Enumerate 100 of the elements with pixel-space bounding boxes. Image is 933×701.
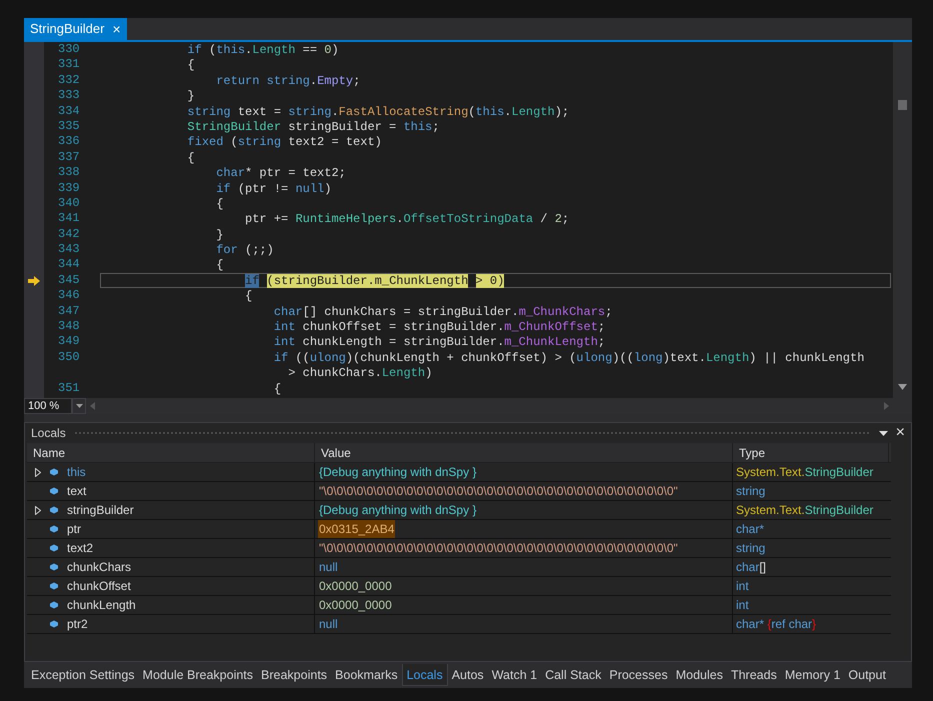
local-variable-icon: [49, 563, 59, 571]
caret-icon: [76, 404, 82, 408]
line-number: 344: [57, 257, 81, 273]
column-header[interactable]: Name: [27, 443, 315, 462]
panel-tab[interactable]: Output: [844, 664, 890, 686]
vertical-scrollbar[interactable]: [893, 42, 912, 398]
variable-type: int: [736, 597, 749, 614]
code-line: {: [215, 196, 224, 211]
dropdown-icon[interactable]: [878, 430, 888, 436]
line-number: 348: [57, 319, 81, 334]
variable-type: char* {ref char}: [736, 616, 816, 633]
scroll-down-icon[interactable]: [898, 384, 907, 390]
panel-tab[interactable]: Processes: [605, 664, 672, 686]
column-header[interactable]: Value: [315, 443, 733, 462]
variable-type: string: [736, 483, 766, 500]
code-line: fixed (string text2 = text): [186, 135, 382, 150]
panel-tab[interactable]: Module Breakpoints: [138, 664, 258, 686]
local-variable-icon: [49, 601, 59, 609]
line-number: 347: [57, 304, 81, 320]
variable-type: int: [736, 578, 749, 595]
line-number: 333: [57, 88, 81, 104]
variable-name: text2: [67, 540, 94, 557]
line-number: 336: [57, 134, 81, 150]
code-line: char* ptr = text2;: [215, 166, 346, 180]
panel-tab[interactable]: Memory 1: [780, 664, 844, 686]
code-line: if (stringBuilder.m_ChunkLength > 0): [244, 274, 504, 288]
line-number: 349: [57, 334, 81, 350]
line-number: 330: [57, 42, 81, 58]
variable-value: "\0\0\0\0\0\0\0\0\0\0\0\0\0\0\0\0\0\0\0\0\0\0\0\0\0\0\0\0\0\0\0\0\0\0\0": [318, 483, 679, 500]
panel-tab[interactable]: Bookmarks: [331, 664, 402, 686]
column-header[interactable]: Type: [733, 443, 889, 462]
code-line: int chunkLength = stringBuilder.m_ChunkLength;: [272, 335, 606, 350]
variable-name: this: [67, 464, 86, 481]
panel-tab[interactable]: Modules: [672, 664, 727, 686]
code-line-continuation: > chunkChars.Length): [287, 366, 432, 380]
local-variable-icon: [49, 468, 59, 476]
line-number: 340: [57, 196, 81, 212]
line-number: 335: [57, 118, 81, 134]
code-line: ptr += RuntimeHelpers.OffsetToStringData / 2;: [244, 212, 570, 226]
expand-icon[interactable]: [35, 468, 41, 476]
line-number: 332: [57, 72, 81, 88]
line-number: 343: [57, 242, 81, 258]
line-number: 338: [57, 165, 81, 181]
code-line: {: [244, 289, 252, 304]
code-line: return string.Empty;: [215, 74, 360, 88]
variable-name: chunkLength: [67, 597, 136, 614]
variable-name: ptr2: [67, 616, 88, 633]
local-variable-icon: [49, 506, 59, 514]
local-variable-icon: [49, 487, 59, 495]
code-line: }: [215, 228, 224, 242]
zoom-dropdown[interactable]: [72, 398, 86, 414]
variable-value: null: [318, 616, 339, 633]
variable-name: ptr: [67, 521, 82, 538]
panel-tab[interactable]: Watch 1: [488, 664, 542, 686]
panel-title: Locals: [31, 425, 66, 442]
variable-type: char[]: [736, 559, 766, 576]
code-line: if (this.Length == 0): [186, 43, 339, 57]
variable-name: stringBuilder: [67, 502, 134, 519]
tab-title: StringBuilder: [30, 20, 104, 38]
panel-tab[interactable]: Call Stack: [541, 664, 606, 686]
line-number: 351: [57, 380, 81, 396]
panel-tab[interactable]: Exception Settings: [27, 664, 139, 686]
code-line: char[] chunkChars = stringBuilder.m_ChunkChars;: [272, 304, 612, 319]
code-line: int chunkOffset = stringBuilder.m_ChunkOffset;: [272, 320, 606, 334]
variable-name: text: [67, 483, 86, 500]
line-number: 345: [57, 272, 81, 288]
panel-tab[interactable]: Breakpoints: [257, 664, 332, 686]
code-line: {: [215, 258, 224, 272]
code-line: {: [272, 382, 282, 396]
zoom-field[interactable]: 100 %: [24, 398, 72, 414]
close-icon[interactable]: ×: [112, 22, 121, 36]
panel-tab[interactable]: Threads: [726, 664, 781, 686]
line-number: 339: [57, 180, 81, 196]
panel-tab[interactable]: Locals: [402, 664, 448, 686]
code-line: if ((ulong)(chunkLength + chunkOffset) > (ulong)((long)text.Length) || chunkLength: [272, 350, 864, 365]
local-variable-icon: [49, 582, 59, 590]
panel-tab[interactable]: Autos: [448, 664, 488, 686]
close-icon[interactable]: ×: [896, 425, 905, 441]
variable-name: chunkOffset: [67, 578, 131, 595]
variable-value: 0x0000_0000: [318, 578, 393, 595]
current-statement-arrow-icon: [28, 276, 40, 286]
line-number: 331: [57, 57, 81, 73]
variable-type: System.Text.StringBuilder: [736, 464, 874, 481]
line-number: 341: [57, 211, 81, 227]
code-line: StringBuilder stringBuilder = this;: [186, 120, 440, 134]
expand-icon[interactable]: [35, 506, 41, 514]
local-variable-icon: [49, 544, 59, 552]
variable-name: chunkChars: [67, 559, 132, 576]
editor-tab[interactable]: StringBuilder ×: [24, 18, 127, 40]
code-line: string text = string.FastAllocateString(this.Length);: [186, 104, 570, 119]
code-line: {: [186, 150, 195, 165]
line-number: 346: [57, 288, 81, 304]
variable-value: 0x0315_2AB4: [318, 520, 396, 538]
code-line: if (ptr != null): [215, 182, 332, 196]
variable-value: {Debug anything with dnSpy }: [318, 502, 478, 519]
variable-value: {Debug anything with dnSpy }: [318, 464, 478, 481]
variable-value: "\0\0\0\0\0\0\0\0\0\0\0\0\0\0\0\0\0\0\0\0\0\0\0\0\0\0\0\0\0\0\0\0\0\0\0": [318, 540, 679, 557]
code-line: for (;;): [215, 243, 274, 258]
scrollbar-thumb[interactable]: [898, 100, 907, 110]
line-number: 334: [57, 104, 81, 119]
